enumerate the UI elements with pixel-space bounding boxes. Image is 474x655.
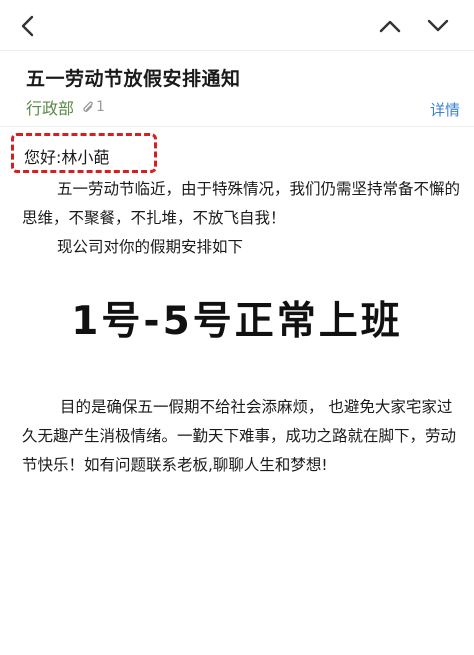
attachment-indicator[interactable]: 1 xyxy=(82,99,105,115)
sender-name[interactable]: 行政部 xyxy=(26,95,74,119)
chevron-down-icon xyxy=(427,19,449,32)
body-paragraph-2: 现公司对你的假期安排如下 xyxy=(57,238,244,256)
email-subject: 五一劳动节放假安排通知 xyxy=(26,68,241,90)
chevron-up-icon xyxy=(379,20,401,33)
next-email-button[interactable] xyxy=(420,8,456,44)
body-paragraph-1: 五一劳动节临近，由于特殊情况，我们仍需坚持常备不懈的思维，不聚餐，不扎堆，不放飞… xyxy=(22,175,462,233)
schedule-headline: 1号-5号正常上班 xyxy=(71,299,403,344)
greeting-text: 您好:林小葩 xyxy=(24,148,110,167)
details-link[interactable]: 详情 xyxy=(430,99,460,120)
header-divider xyxy=(0,126,474,127)
paperclip-icon xyxy=(83,101,93,112)
back-button[interactable] xyxy=(10,8,46,44)
top-navigation-bar xyxy=(0,0,474,51)
body-paragraph-1-text: 五一劳动节临近，由于特殊情况，我们仍需坚持常备不懈的思维，不聚餐，不扎堆，不放飞… xyxy=(22,180,461,227)
attachment-count: 1 xyxy=(96,99,105,115)
body-paragraph-3: 目的是确保五一假期不给社会添麻烦， 也避免大家宅家过久无趣产生消极情绪。一勤天下… xyxy=(22,393,466,480)
previous-email-button[interactable] xyxy=(372,8,408,44)
chevron-left-icon xyxy=(21,15,34,37)
body-paragraph-3-text: 目的是确保五一假期不给社会添麻烦， 也避免大家宅家过久无趣产生消极情绪。一勤天下… xyxy=(22,398,457,474)
sender-row: 行政部 1 xyxy=(26,95,105,119)
